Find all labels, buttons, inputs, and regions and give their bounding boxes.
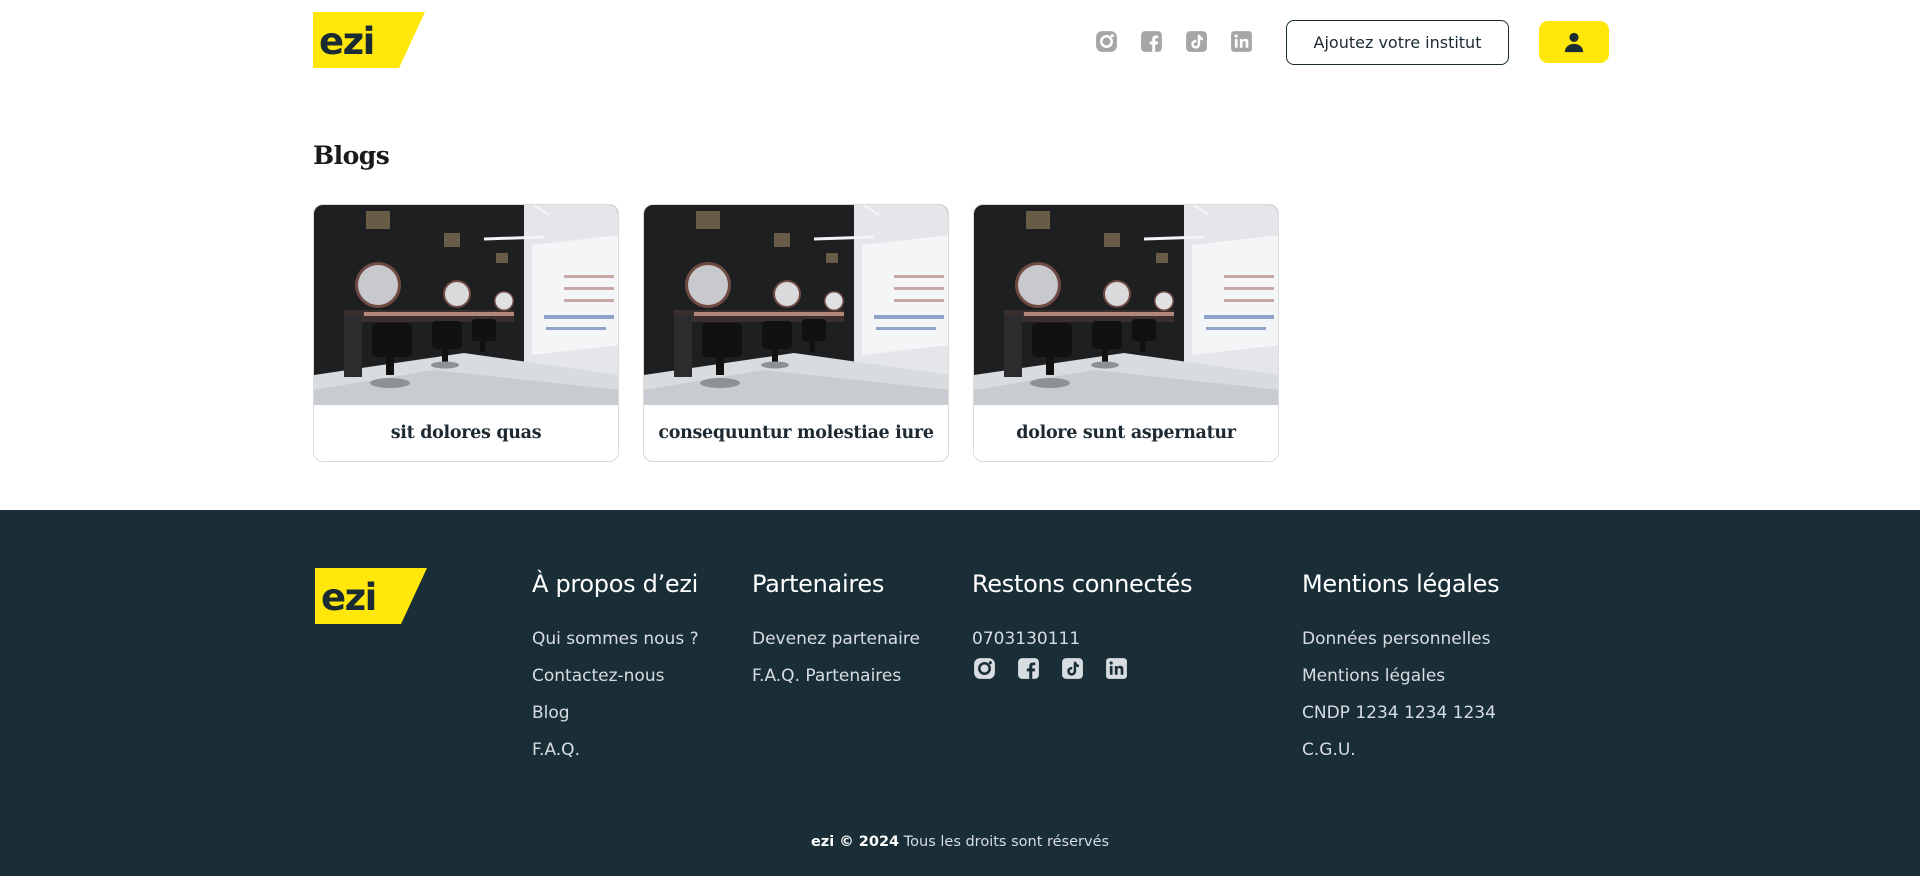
ezi-logo[interactable] — [313, 12, 425, 68]
footer-partners-column: Partenaires Devenez partenaire F.A.Q. Pa… — [752, 570, 920, 705]
footer-legal-column: Mentions légales Données personnelles Me… — [1302, 570, 1500, 779]
facebook-icon[interactable] — [1139, 29, 1164, 54]
blog-card[interactable]: sit dolores quas — [313, 204, 619, 462]
copyright-text: Tous les droits sont réservés — [903, 834, 1110, 850]
blog-card-title: consequuntur molestiae iure — [658, 423, 934, 443]
blog-card-image — [644, 205, 948, 405]
header-social-links — [1094, 29, 1254, 54]
account-button[interactable] — [1539, 21, 1609, 63]
tiktok-icon[interactable] — [1184, 29, 1209, 54]
blog-card[interactable]: consequuntur molestiae iure — [643, 204, 949, 462]
facebook-icon[interactable] — [1016, 656, 1041, 681]
tiktok-icon[interactable] — [1060, 656, 1085, 681]
footer-link-faq[interactable]: F.A.Q. — [532, 742, 699, 779]
blog-card-title: dolore sunt aspernatur — [1016, 423, 1236, 443]
blog-card-list: sit dolores quas consequuntur molestiae … — [313, 204, 1279, 462]
footer-about-column: À propos d’ezi Qui sommes nous ? Contact… — [532, 570, 699, 779]
footer-about-heading: À propos d’ezi — [532, 570, 699, 598]
user-icon — [1564, 32, 1584, 53]
linkedin-icon[interactable] — [1229, 29, 1254, 54]
instagram-icon[interactable] — [1094, 29, 1119, 54]
blogs-heading: Blogs — [313, 141, 390, 170]
footer-partners-heading: Partenaires — [752, 570, 885, 598]
copyright-brand: ezi © 2024 — [810, 834, 900, 850]
blog-card-image — [974, 205, 1278, 405]
blog-card[interactable]: dolore sunt aspernatur — [973, 204, 1279, 462]
instagram-icon[interactable] — [972, 656, 997, 681]
footer-legal-heading: Mentions légales — [1302, 570, 1500, 598]
site-footer: À propos d’ezi Qui sommes nous ? Contact… — [0, 510, 1920, 876]
linkedin-icon[interactable] — [1104, 656, 1129, 681]
footer-link-become-partner[interactable]: Devenez partenaire — [752, 631, 920, 668]
footer-link-about-us[interactable]: Qui sommes nous ? — [532, 631, 699, 668]
footer-link-partners-faq[interactable]: F.A.Q. Partenaires — [752, 668, 920, 705]
blog-card-image — [314, 205, 618, 405]
copyright-notice: ezi © 2024 Tous les droits sont réservés — [0, 834, 1920, 850]
site-header: Ajoutez votre institut — [0, 0, 1920, 90]
footer-social-links — [972, 656, 1192, 681]
footer-ezi-logo[interactable] — [315, 568, 427, 624]
footer-link-personal-data[interactable]: Données personnelles — [1302, 631, 1499, 668]
footer-link-contact[interactable]: Contactez-nous — [532, 668, 699, 705]
footer-phone-number[interactable]: 0703130111 — [972, 631, 1192, 656]
footer-connect-column: Restons connectés 0703130111 — [972, 570, 1192, 681]
footer-link-cgu[interactable]: C.G.U. — [1302, 742, 1499, 779]
footer-link-cndp[interactable]: CNDP 1234 1234 1234 — [1302, 705, 1499, 742]
footer-link-blog[interactable]: Blog — [532, 705, 699, 742]
blog-card-title: sit dolores quas — [390, 423, 542, 443]
footer-link-legal-notice[interactable]: Mentions légales — [1302, 668, 1499, 705]
add-institute-button[interactable]: Ajoutez votre institut — [1286, 20, 1509, 65]
footer-connect-heading: Restons connectés — [972, 570, 1193, 598]
